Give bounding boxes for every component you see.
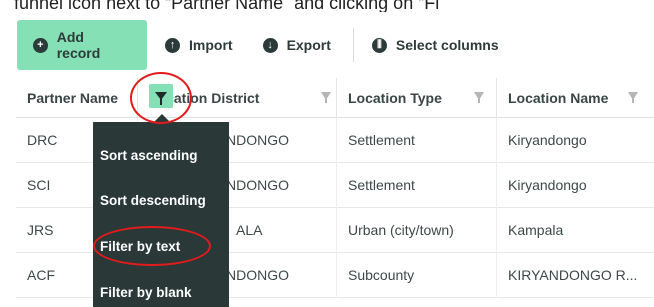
column-header-location-type[interactable]: Location Type — [337, 77, 497, 118]
export-label: Export — [286, 37, 331, 53]
column-header-label: Location Name — [508, 89, 609, 106]
table-cell: Settlement — [337, 162, 497, 208]
columns-circle-icon: ⦀ — [371, 37, 387, 53]
plus-circle-icon: + — [33, 37, 48, 53]
menu-item-sort-ascending[interactable]: Sort ascending — [100, 148, 198, 163]
download-circle-icon: ↓ — [262, 37, 278, 53]
table-cell: Kiryandongo — [508, 132, 587, 148]
select-columns-label: Select columns — [395, 37, 499, 53]
column-header-label: Location Type — [348, 89, 442, 106]
toolbar: + Add record ↑ Import ↓ Export ⦀ Select … — [0, 18, 654, 72]
table-cell: Kampala — [508, 222, 564, 238]
menu-item-sort-descending[interactable]: Sort descending — [100, 193, 206, 208]
column-header-location-name[interactable]: Location Name — [497, 78, 654, 118]
table-cell: KIRYANDONGO R... — [508, 267, 638, 283]
funnel-icon[interactable] — [474, 91, 484, 103]
column-header-partner-name[interactable]: Partner Name — [16, 77, 138, 118]
upload-circle-icon: ↑ — [165, 37, 180, 53]
funnel-icon[interactable] — [628, 91, 638, 103]
table-cell: Subcounty — [337, 252, 497, 298]
export-button[interactable]: ↓ Export — [262, 20, 331, 70]
add-record-label: Add record — [56, 29, 101, 61]
highlight-circle — [93, 226, 211, 266]
select-columns-button[interactable]: ⦀ Select columns — [371, 20, 499, 70]
highlight-circle — [130, 72, 192, 124]
funnel-icon[interactable] — [321, 91, 331, 103]
column-filter-menu: Sort ascending Sort descending Filter by… — [93, 122, 229, 307]
menu-item-filter-by-blank[interactable]: Filter by blank — [100, 285, 192, 300]
table-header: Partner Name Location District Location … — [16, 77, 654, 118]
table-cell: Settlement — [337, 117, 497, 163]
table-cell: Urban (city/town) — [337, 207, 497, 253]
toolbar-divider — [352, 28, 354, 62]
import-label: Import — [189, 37, 233, 53]
column-header-label: Partner Name — [27, 89, 119, 106]
add-record-button[interactable]: + Add record — [17, 20, 147, 70]
tutorial-caption: funnel icon next to “Partner Name” and c… — [14, 0, 440, 12]
import-button[interactable]: ↑ Import — [165, 20, 233, 70]
table-cell: Kiryandongo — [508, 177, 587, 193]
